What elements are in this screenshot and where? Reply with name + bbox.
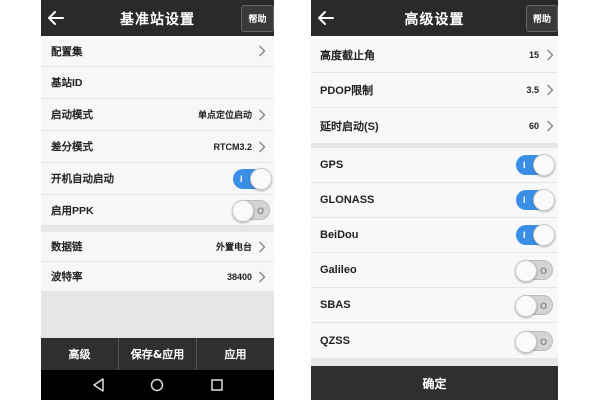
qzss-row: QZSS O <box>311 323 558 359</box>
toggle-knob <box>515 295 537 317</box>
qzss-toggle[interactable]: O <box>515 331 553 353</box>
apply-button[interactable]: 应用 <box>197 338 274 370</box>
enable-ppk-toggle[interactable]: O <box>232 200 270 222</box>
app-header: 高级设置 帮助 <box>311 0 558 36</box>
base-id-row[interactable]: 基站ID <box>41 67 274 99</box>
save-apply-button[interactable]: 保存&应用 <box>119 338 197 370</box>
toggle-on-mark: I <box>240 174 243 184</box>
auto-start-label: 开机自动启动 <box>51 173 114 185</box>
delay-start-row[interactable]: 延时启动(S) 60 <box>311 108 558 144</box>
toggle-off-mark: O <box>539 337 547 347</box>
auto-start-toggle[interactable]: I <box>233 168 272 190</box>
toggle-on-mark: I <box>523 195 526 205</box>
delay-start-value: 60 <box>528 120 539 131</box>
baud-rate-value: 38400 <box>226 271 252 282</box>
help-button[interactable]: 帮助 <box>526 5 558 32</box>
diff-mode-row[interactable]: 差分模式 RTCM3.2 <box>41 131 274 163</box>
glonass-label: GLONASS <box>320 194 375 206</box>
toggle-off-mark: O <box>256 206 264 216</box>
help-button[interactable]: 帮助 <box>241 5 274 32</box>
config-set-row[interactable]: 配置集 <box>41 36 274 67</box>
config-set-label: 配置集 <box>51 45 83 58</box>
data-link-label: 数据链 <box>51 241 83 253</box>
chevron-right-icon <box>547 84 554 96</box>
base-station-settings-screen: 基准站设置 帮助 配置集 基站ID 启动模式 单点定位启动 差分模式 RTCM3… <box>41 0 274 400</box>
section-divider <box>311 359 558 366</box>
confirm-button[interactable]: 确定 <box>311 366 558 400</box>
delay-start-label: 延时启动(S) <box>320 120 379 133</box>
enable-ppk-row: 启用PPK O <box>41 195 274 226</box>
sbas-label: SBAS <box>320 299 351 311</box>
home-circle-icon[interactable] <box>149 377 165 393</box>
toggle-off-mark: O <box>539 266 547 276</box>
toggle-on-mark: I <box>523 230 526 240</box>
toggle-off-mark: O <box>539 301 547 311</box>
baud-rate-label: 波特率 <box>51 271 83 283</box>
elevation-mask-label: 高度截止角 <box>320 50 375 62</box>
chevron-right-icon <box>547 49 554 61</box>
gps-row: GPS I <box>311 148 558 183</box>
advanced-settings-screen: 高级设置 帮助 高度截止角 15 PDOP限制 3.5 延时启动(S) 60 G… <box>311 0 558 400</box>
beidou-label: BeiDou <box>320 229 359 241</box>
start-mode-row[interactable]: 启动模式 单点定位启动 <box>41 99 274 131</box>
enable-ppk-label: 启用PPK <box>51 204 94 217</box>
base-id-label: 基站ID <box>51 77 83 89</box>
chevron-right-icon <box>259 141 266 152</box>
toggle-knob <box>533 154 555 176</box>
galileo-label: Galileo <box>320 264 357 276</box>
chevron-right-icon <box>259 241 266 252</box>
toggle-knob <box>232 200 254 222</box>
pdop-limit-value: 3.5 <box>526 85 539 95</box>
data-link-row[interactable]: 数据链 外置电台 <box>41 232 274 262</box>
toggle-knob <box>515 331 537 353</box>
data-link-value: 外置电台 <box>215 242 252 252</box>
glonass-row: GLONASS I <box>311 183 558 218</box>
galileo-toggle[interactable]: O <box>515 260 553 282</box>
page-title: 高级设置 <box>404 12 465 28</box>
chevron-right-icon <box>259 109 266 120</box>
recent-square-icon[interactable] <box>209 377 225 393</box>
baud-rate-row[interactable]: 波特率 38400 <box>41 262 274 292</box>
app-header: 基准站设置 帮助 <box>41 0 274 36</box>
chevron-right-icon <box>259 45 266 57</box>
elevation-mask-value: 15 <box>528 50 539 60</box>
toggle-knob <box>533 189 555 211</box>
android-nav-bar <box>41 370 274 400</box>
bottom-action-bar: 高级 保存&应用 应用 <box>41 338 274 370</box>
chevron-right-icon <box>547 120 554 131</box>
page-title: 基准站设置 <box>120 12 195 28</box>
sbas-toggle[interactable]: O <box>515 295 553 317</box>
diff-mode-value: RTCM3.2 <box>213 141 252 152</box>
sbas-row: SBAS O <box>311 288 558 323</box>
pdop-limit-row[interactable]: PDOP限制 3.5 <box>311 73 558 108</box>
toggle-on-mark: I <box>523 160 526 170</box>
chevron-right-icon <box>259 271 266 282</box>
start-mode-value: 单点定位启动 <box>197 110 252 120</box>
auto-start-row: 开机自动启动 I <box>41 163 274 195</box>
gps-toggle[interactable]: I <box>516 154 555 176</box>
back-triangle-icon[interactable] <box>91 377 107 393</box>
glonass-toggle[interactable]: I <box>516 189 555 211</box>
pdop-limit-label: PDOP限制 <box>320 85 374 97</box>
gps-label: GPS <box>320 159 344 171</box>
toggle-knob <box>533 224 555 246</box>
toggle-knob <box>515 260 537 282</box>
beidou-row: BeiDou I <box>311 218 558 253</box>
galileo-row: Galileo O <box>311 253 558 288</box>
qzss-label: QZSS <box>320 334 350 347</box>
elevation-mask-row[interactable]: 高度截止角 15 <box>311 38 558 73</box>
advanced-button[interactable]: 高级 <box>41 338 119 370</box>
start-mode-label: 启动模式 <box>51 109 93 121</box>
toggle-knob <box>250 168 272 190</box>
diff-mode-label: 差分模式 <box>51 141 93 153</box>
beidou-toggle[interactable]: I <box>516 224 555 246</box>
